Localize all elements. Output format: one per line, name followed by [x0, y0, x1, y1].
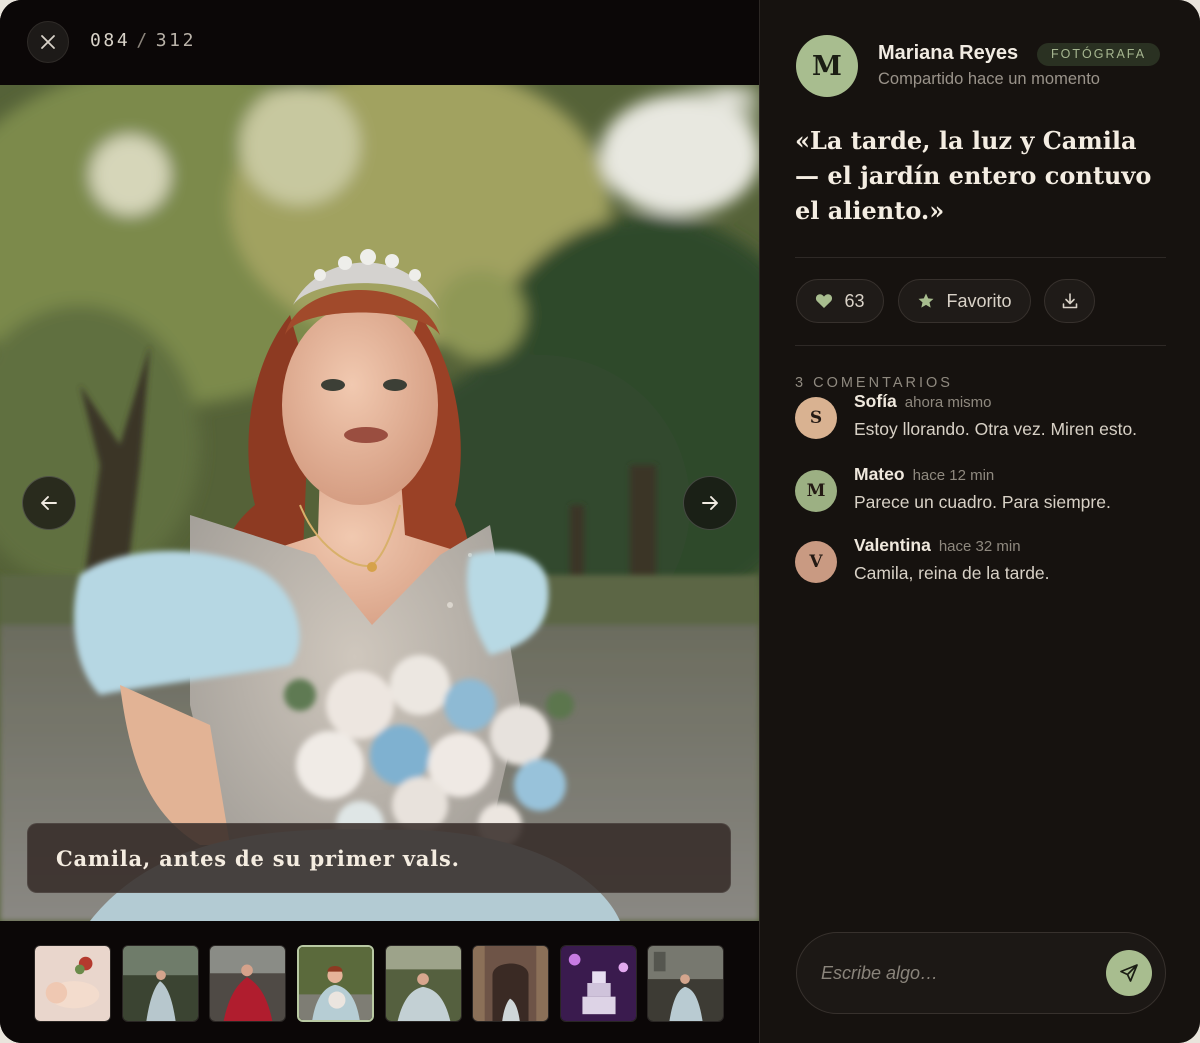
thumbnail-baby-portrait[interactable]	[34, 945, 111, 1022]
thumbnail-camila-bouquet[interactable]	[297, 945, 374, 1022]
thumbnail-church-arch[interactable]	[472, 945, 549, 1022]
close-icon	[41, 35, 55, 49]
comment-avatar[interactable]: V	[795, 541, 837, 583]
comment-time: ahora mismo	[904, 394, 992, 411]
viewer-topbar: 084/312	[0, 0, 759, 85]
comment-text: Parece un cuadro. Para siempre.	[854, 492, 1111, 512]
counter-current: 084	[90, 30, 131, 51]
thumbnail-gown-garden[interactable]	[122, 945, 199, 1022]
comment-input[interactable]	[821, 955, 1091, 991]
divider	[795, 257, 1166, 258]
close-button[interactable]	[27, 21, 69, 63]
shared-timestamp: Compartido hace un momento	[878, 70, 1100, 88]
photo-viewer: 084/312 Camila, antes de su primer vals.	[0, 0, 759, 1043]
counter-total: 312	[155, 30, 197, 51]
details-panel: M Mariana Reyes FOTÓGRAFA Compartido hac…	[759, 0, 1200, 1043]
photo-caption: Camila, antes de su primer vals.	[27, 823, 731, 893]
divider	[795, 345, 1166, 346]
thumbnail-strip	[0, 921, 759, 1043]
favorite-label: Favorito	[946, 290, 1012, 311]
photo-counter: 084/312	[90, 30, 196, 51]
comment-avatar[interactable]: M	[795, 470, 837, 512]
thumbnail-red-dress[interactable]	[209, 945, 286, 1022]
heart-icon	[816, 294, 833, 308]
comment-time: hace 12 min	[912, 467, 995, 484]
comment-avatar[interactable]: S	[795, 397, 837, 439]
quote-line: el aliento.»	[795, 196, 945, 225]
comment-author[interactable]: Sofía	[854, 391, 897, 411]
main-photo	[0, 85, 759, 921]
comment-time: hace 32 min	[938, 538, 1021, 555]
like-count: 63	[844, 290, 865, 311]
author-name[interactable]: Mariana Reyes	[878, 42, 1018, 65]
arrow-right-icon	[702, 496, 718, 510]
counter-separator: /	[136, 30, 150, 51]
download-button[interactable]	[1044, 279, 1095, 323]
comment-composer	[796, 932, 1166, 1014]
download-icon	[1062, 293, 1077, 309]
previous-photo-button[interactable]	[22, 476, 76, 530]
arrow-left-icon	[41, 496, 57, 510]
comment-text: Estoy llorando. Otra vez. Miren esto.	[854, 419, 1138, 439]
comments-heading: 3 COMENTARIOS	[795, 375, 953, 391]
comment-author[interactable]: Mateo	[854, 464, 905, 484]
thumbnail-gown-tree[interactable]	[385, 945, 462, 1022]
thumbnail-gown-building[interactable]	[647, 945, 724, 1022]
thumbnail-cake-purple[interactable]	[560, 945, 637, 1022]
author-avatar[interactable]: M	[796, 35, 858, 97]
send-button[interactable]	[1106, 950, 1152, 996]
comment-text: Camila, reina de la tarde.	[854, 563, 1050, 583]
post-quote: «La tarde, la luz y Camila — el jardín e…	[795, 123, 1175, 228]
quote-line: «La tarde, la luz y Camila	[795, 126, 1137, 155]
next-photo-button[interactable]	[683, 476, 737, 530]
comment-author[interactable]: Valentina	[854, 535, 931, 555]
lightbox: 084/312 Camila, antes de su primer vals.…	[0, 0, 1200, 1043]
author-role-badge: FOTÓGRAFA	[1037, 43, 1161, 66]
star-icon	[918, 293, 934, 308]
favorite-button[interactable]: Favorito	[898, 279, 1031, 323]
send-icon	[1120, 964, 1138, 982]
like-button[interactable]: 63	[796, 279, 884, 323]
quote-line: — el jardín entero contuvo	[795, 161, 1152, 190]
